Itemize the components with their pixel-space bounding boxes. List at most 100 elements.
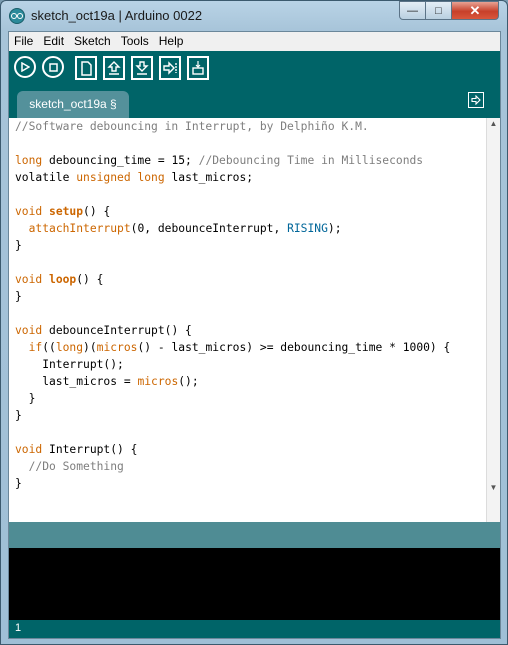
code-token: micros: [137, 375, 179, 388]
scroll-up-icon[interactable]: ▲: [487, 118, 500, 130]
code-token: }: [15, 409, 22, 422]
code-token: attachInterrupt: [28, 222, 131, 235]
menu-help[interactable]: Help: [154, 32, 189, 51]
code-line: Interrupt();: [15, 356, 485, 373]
code-token: ((: [42, 341, 56, 354]
code-token: }: [15, 392, 36, 405]
toolbar: [9, 51, 500, 86]
code-token: loop: [49, 273, 77, 286]
arrow-right-icon: [471, 95, 481, 105]
code-token: );: [327, 222, 342, 235]
code-editor[interactable]: //Software debouncing in Interrupt, by D…: [9, 118, 500, 522]
code-token: last_micros;: [164, 171, 254, 184]
code-token: //Do Something: [28, 460, 124, 473]
code-line: void setup() {: [15, 203, 485, 220]
code-line: //Software debouncing in Interrupt, by D…: [15, 118, 485, 135]
code-text[interactable]: //Software debouncing in Interrupt, by D…: [15, 118, 485, 492]
code-line: void loop() {: [15, 271, 485, 288]
serial-monitor-button[interactable]: [187, 56, 209, 80]
code-token: micros: [96, 341, 138, 354]
code-token: void: [15, 205, 43, 218]
console-output[interactable]: [9, 548, 500, 620]
footer-bar: 1: [9, 620, 500, 638]
arduino-logo-icon: [9, 8, 25, 24]
open-arrow-up-icon: [107, 61, 121, 75]
code-token: void: [15, 273, 43, 286]
code-token: () {: [83, 205, 111, 218]
code-line: }: [15, 390, 485, 407]
code-line: last_micros = micros();: [15, 373, 485, 390]
menu-sketch[interactable]: Sketch: [69, 32, 116, 51]
code-line: attachInterrupt(0, debounceInterrupt, RI…: [15, 220, 485, 237]
open-button[interactable]: [103, 56, 125, 80]
minimize-icon: —: [407, 4, 418, 17]
maximize-button[interactable]: □: [425, 1, 452, 20]
code-token: }: [15, 477, 22, 490]
code-line: }: [15, 237, 485, 254]
code-token: debouncing_time = 15;: [42, 154, 199, 167]
tab-menu-button[interactable]: [468, 92, 484, 108]
upload-button[interactable]: [159, 56, 181, 80]
line-number: 1: [15, 622, 22, 634]
code-token: //Software debouncing in Interrupt, by D…: [15, 120, 369, 133]
menu-tools[interactable]: Tools: [116, 32, 154, 51]
arduino-window: sketch_oct19a | Arduino 0022 — □ ✕ File …: [0, 0, 508, 645]
code-token: long: [15, 154, 43, 167]
save-arrow-down-icon: [135, 61, 149, 75]
new-button[interactable]: [75, 56, 97, 80]
tab-bar: sketch_oct19a §: [9, 86, 500, 118]
play-icon: [21, 62, 30, 72]
code-token: volatile: [15, 171, 77, 184]
scroll-down-icon[interactable]: ▼: [487, 482, 500, 494]
code-line: }: [15, 407, 485, 424]
stop-button[interactable]: [42, 56, 64, 78]
code-token: (0, debounceInterrupt,: [130, 222, 288, 235]
code-line: }: [15, 475, 485, 492]
code-token: //Debouncing Time in Milliseconds: [198, 154, 424, 167]
upload-arrow-right-icon: [163, 61, 177, 75]
code-token: void: [15, 443, 43, 456]
verify-button[interactable]: [14, 56, 36, 78]
code-token: debounceInterrupt() {: [42, 324, 192, 337]
code-token: setup: [49, 205, 84, 218]
code-line: }: [15, 288, 485, 305]
serial-monitor-icon: [192, 61, 204, 75]
minimize-button[interactable]: —: [399, 1, 426, 20]
save-button[interactable]: [131, 56, 153, 80]
close-button[interactable]: ✕: [451, 1, 499, 20]
new-file-icon: [81, 61, 92, 76]
window-title: sketch_oct19a | Arduino 0022: [31, 8, 203, 23]
app-frame: File Edit Sketch Tools Help sketch_oct19…: [8, 31, 501, 639]
stop-icon: [48, 62, 58, 72]
menu-file[interactable]: File: [9, 32, 38, 51]
tab-sketch[interactable]: sketch_oct19a §: [17, 91, 129, 118]
title-bar[interactable]: sketch_oct19a | Arduino 0022 — □ ✕: [1, 1, 507, 31]
code-token: }: [15, 290, 22, 303]
vertical-scrollbar[interactable]: ▲ ▼: [486, 118, 500, 522]
code-token: () - last_micros) >= debouncing_time * 1…: [137, 341, 451, 354]
code-token: void: [15, 324, 43, 337]
code-line: //Do Something: [15, 458, 485, 475]
code-line: void debounceInterrupt() {: [15, 322, 485, 339]
code-token: Interrupt() {: [42, 443, 138, 456]
code-line: void Interrupt() {: [15, 441, 485, 458]
maximize-icon: □: [435, 4, 442, 17]
menu-edit[interactable]: Edit: [38, 32, 69, 51]
code-token: RISING: [287, 222, 328, 235]
code-token: long: [55, 341, 84, 354]
code-token: ();: [178, 375, 199, 388]
code-token: last_micros =: [15, 375, 138, 388]
code-token: }: [15, 239, 22, 252]
code-token: Interrupt();: [15, 358, 124, 371]
code-token: if: [28, 341, 43, 354]
